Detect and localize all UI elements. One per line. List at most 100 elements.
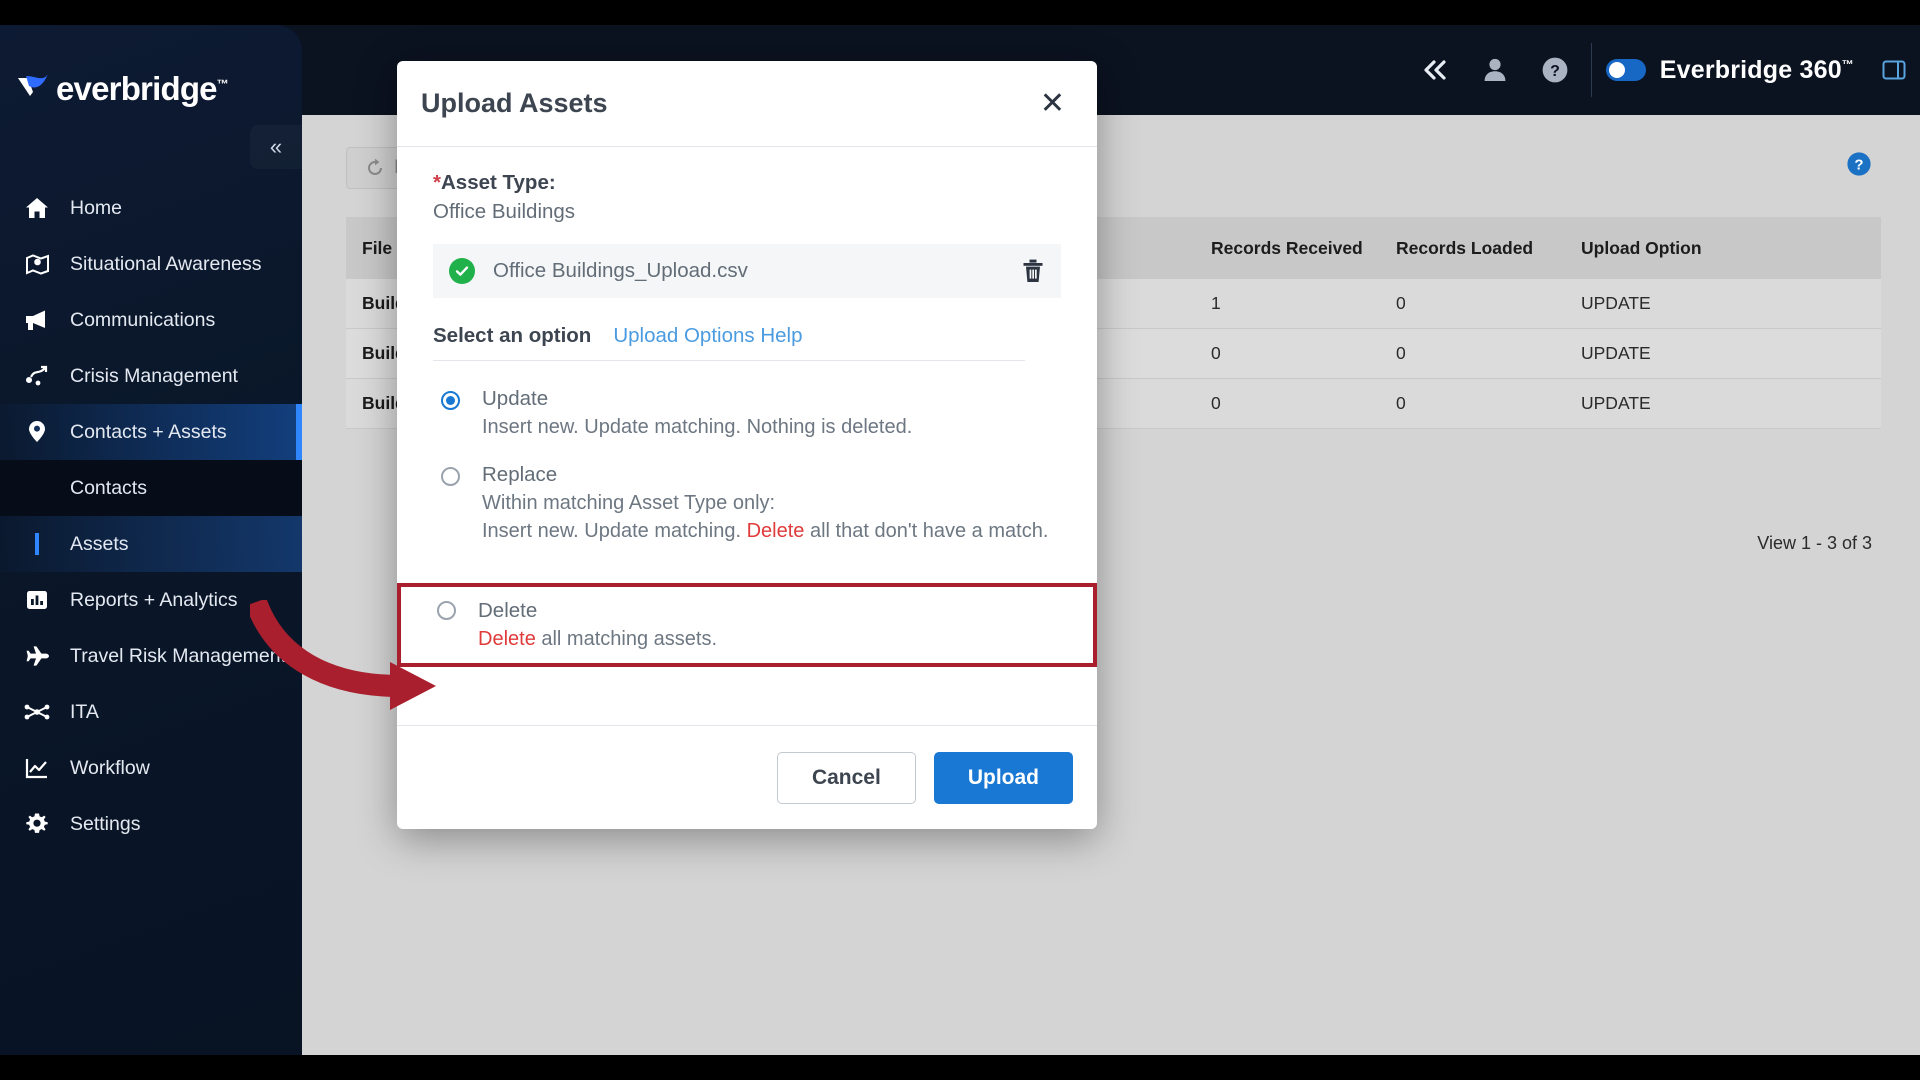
screen-root: ? Everbridge 360™ everbridge™ « Home Sit… [0,0,1920,1080]
sidebar-item-situational-awareness[interactable]: Situational Awareness [0,236,302,292]
trash-icon[interactable] [1021,258,1045,284]
option-delete-highlight-box: Delete Delete all matching assets. [397,583,1097,667]
sidebar-item-label: Travel Risk Management [70,644,287,667]
option-update[interactable]: Update Insert new. Update matching. Noth… [433,379,1061,455]
crisis-nodes-icon [20,364,54,388]
sidebar-item-communications[interactable]: Communications [0,292,302,348]
modal-footer: Cancel Upload [397,725,1097,829]
everbridge-logo[interactable]: everbridge™ [16,70,229,108]
sidebar-item-crisis-management[interactable]: Crisis Management [0,348,302,404]
modal-header: Upload Assets ✕ [397,61,1097,147]
sidebar-item-label: Settings [70,812,141,835]
asset-type-value: Office Buildings [433,200,576,223]
sidebar-item-label: Situational Awareness [70,252,262,275]
airplane-icon [20,644,54,668]
column-header-records-loaded: Records Loaded [1396,237,1534,258]
option-delete-desc: Delete all matching assets. [478,627,718,650]
uploaded-file-row: Office Buildings_Upload.csv [433,244,1061,298]
select-option-row: Select an option Upload Options Help [433,324,1061,348]
sidebar-item-label: Crisis Management [70,364,238,387]
sidebar-item-label: Reports + Analytics [70,588,238,611]
option-replace-desc-line1: Within matching Asset Type only: [482,491,776,514]
column-header-upload-option: Upload Option [1581,237,1702,258]
sidebar-item-settings[interactable]: Settings [0,796,302,852]
sidebar-item-label: Contacts + Assets [70,420,227,443]
option-update-title: Update [482,387,549,410]
bar-chart-icon [20,588,54,612]
megaphone-icon [20,308,54,332]
option-replace-desc-line2: Insert new. Update matching. Delete all … [482,520,1049,543]
everbridge-wordmark: everbridge™ [56,70,229,107]
required-asterisk: * [433,171,441,194]
sidebar-collapse-button[interactable]: « [250,125,302,169]
double-chevron-left-icon[interactable] [1405,25,1465,115]
sidebar-item-label: ITA [70,700,99,723]
sidebar-item-label: Workflow [70,756,150,779]
upload-button[interactable]: Upload [933,751,1073,804]
svg-text:?: ? [1854,157,1863,174]
line-chart-icon [20,756,54,780]
sidebar-subitem-label: Contacts [70,476,147,499]
close-icon[interactable]: ✕ [1032,83,1073,125]
cell-upload-option: UPDATE [1581,293,1651,313]
radio-replace[interactable] [441,467,460,487]
sidebar-item-home[interactable]: Home [0,180,302,236]
product-name-label: Everbridge 360™ [1659,55,1854,84]
cell-records-received: 1 [1211,293,1221,313]
modal-body: *Asset Type: Office Buildings Office Bui… [397,147,1097,725]
sidebar: everbridge™ « Home Situational Awareness… [0,25,302,1055]
cell-records-received: 0 [1211,393,1221,413]
select-option-label: Select an option [433,324,592,347]
cell-records-loaded: 0 [1396,393,1406,413]
divider [433,360,1025,361]
refresh-icon [365,158,385,178]
everbridge-360-brand[interactable]: Everbridge 360™ [1598,56,1872,85]
radio-update[interactable] [441,391,460,410]
cell-records-received: 0 [1211,343,1221,363]
option-delete-title: Delete [478,598,538,622]
cell-upload-option: UPDATE [1581,393,1651,413]
modal-title: Upload Assets [421,88,608,118]
sidebar-subitem-label: Assets [70,532,129,555]
pagination-summary: View 1 - 3 of 3 [1757,533,1872,553]
gear-icon [20,812,54,836]
sidebar-item-contacts-assets[interactable]: Contacts + Assets [0,404,302,460]
column-header-records-received: Records Received [1211,237,1363,258]
asset-type-label: *Asset Type: [433,171,556,194]
sub-item-marker [20,533,54,555]
application-viewport: ? Everbridge 360™ everbridge™ « Home Sit… [0,25,1920,1055]
check-circle-icon [449,258,475,284]
map-pin-icon [20,252,54,276]
network-icon [20,700,54,724]
sidebar-item-assets[interactable]: Assets [0,516,302,572]
help-circle-icon[interactable]: ? [1525,25,1585,115]
sidebar-item-ita[interactable]: ITA [0,684,302,740]
sidebar-item-workflow[interactable]: Workflow [0,740,302,796]
product-toggle[interactable] [1605,59,1646,81]
cancel-button[interactable]: Cancel [776,751,916,804]
radio-delete[interactable] [437,600,456,620]
sidebar-item-contacts[interactable]: Contacts [0,460,302,516]
option-replace[interactable]: Replace Within matching Asset Type only:… [433,455,1061,559]
delete-keyword: Delete [746,520,805,543]
uploaded-file-name: Office Buildings_Upload.csv [493,259,748,282]
sidebar-item-label: Home [70,196,123,219]
panel-icon[interactable] [1872,25,1916,115]
toolbar-divider [1590,43,1592,97]
option-delete[interactable]: Delete Delete all matching assets. [437,597,717,653]
upload-options-help-link[interactable]: Upload Options Help [613,324,802,348]
cell-records-loaded: 0 [1396,293,1406,313]
option-update-desc: Insert new. Update matching. Nothing is … [482,415,913,438]
cell-records-loaded: 0 [1396,343,1406,363]
user-icon[interactable] [1465,25,1525,115]
option-replace-title: Replace [482,463,558,487]
sidebar-item-travel-risk-management[interactable]: Travel Risk Management [0,628,302,684]
location-pin-icon [20,420,54,444]
svg-text:?: ? [1550,63,1560,80]
sidebar-item-reports-analytics[interactable]: Reports + Analytics [0,572,302,628]
upload-assets-modal: Upload Assets ✕ *Asset Type: Office Buil… [397,61,1097,829]
everbridge-checkmark-logo-icon [16,72,54,106]
sidebar-item-label: Communications [70,308,216,331]
page-help-icon[interactable]: ? [1846,151,1872,177]
home-icon [20,196,54,220]
